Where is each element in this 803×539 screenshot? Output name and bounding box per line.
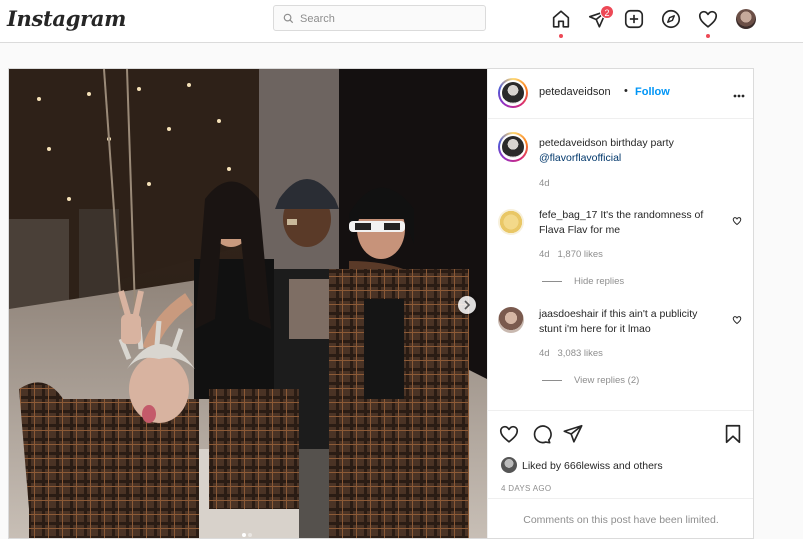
comment-meta: 4d 3,083 likes bbox=[539, 348, 603, 359]
post-header: petedaveidson • Follow bbox=[488, 69, 753, 119]
comment-body-line1: It's the randomness of bbox=[597, 209, 704, 221]
carousel-dot-active bbox=[242, 533, 246, 537]
toggle-replies-button[interactable]: Hide replies bbox=[542, 276, 624, 287]
liked-by-avatar[interactable] bbox=[501, 457, 517, 473]
replies-divider bbox=[542, 379, 562, 381]
comment-age[interactable]: 4d bbox=[539, 348, 550, 359]
caption-mention-link[interactable]: @flavorflavofficial bbox=[539, 152, 621, 164]
carousel-dot bbox=[248, 533, 252, 537]
chevron-right-icon bbox=[464, 300, 471, 310]
post-photo[interactable] bbox=[9, 69, 487, 538]
caption-body: birthday party bbox=[607, 137, 674, 149]
post-date[interactable]: 4 DAYS AGO bbox=[501, 484, 551, 493]
liked-by-text: Liked by 666lewiss and others bbox=[522, 460, 663, 472]
more-options-icon bbox=[733, 94, 745, 98]
explore-icon[interactable] bbox=[660, 8, 682, 30]
comment-text: jaasdoeshair if this ain't a publicity s… bbox=[539, 307, 719, 337]
share-icon[interactable] bbox=[562, 423, 584, 445]
instagram-logo[interactable]: Instagram bbox=[7, 6, 126, 31]
activity-notification-dot bbox=[706, 34, 710, 38]
liked-by-suffix[interactable]: and others bbox=[610, 460, 663, 472]
profile-avatar[interactable] bbox=[736, 9, 756, 29]
comment-text: fefe_bag_17 It's the randomness of Flava… bbox=[539, 208, 719, 238]
carousel-indicator bbox=[241, 524, 253, 538]
post-card: petedaveidson • Follow petedaveidson bir… bbox=[8, 68, 754, 539]
party-photo-illustration bbox=[9, 69, 487, 538]
liked-by-prefix: Liked by bbox=[522, 460, 565, 472]
header-separator: • bbox=[624, 85, 628, 97]
comment-username[interactable]: fefe_bag_17 bbox=[539, 209, 597, 221]
comments-section: petedaveidson birthday party @flavorflav… bbox=[488, 118, 753, 410]
comment-body-line2: stunt i'm here for it lmao bbox=[539, 323, 651, 335]
toggle-replies-label: Hide replies bbox=[574, 276, 625, 287]
comment-likes-count[interactable]: 3,083 likes bbox=[558, 348, 603, 359]
comment-avatar[interactable] bbox=[498, 307, 524, 333]
search-input[interactable] bbox=[298, 9, 482, 29]
home-notification-dot bbox=[559, 34, 563, 38]
comment-likes-count[interactable]: 1,870 likes bbox=[558, 249, 603, 260]
like-heart-icon[interactable] bbox=[498, 423, 520, 445]
direct-badge: 2 bbox=[600, 5, 614, 19]
comment-like-heart-icon[interactable] bbox=[732, 315, 742, 325]
liked-by-user-link[interactable]: 666lewiss bbox=[564, 460, 610, 472]
replies-divider bbox=[542, 280, 562, 282]
save-bookmark-icon[interactable] bbox=[722, 423, 744, 445]
carousel-next-button[interactable] bbox=[458, 296, 476, 314]
comment-meta: 4d 1,870 likes bbox=[539, 249, 603, 260]
more-options-button[interactable] bbox=[733, 85, 745, 101]
post-actions: Liked by 666lewiss and others 4 DAYS AGO… bbox=[488, 410, 753, 538]
comments-limited-notice: Comments on this post have been limited. bbox=[488, 498, 753, 538]
caption-text: petedaveidson birthday party @flavorflav… bbox=[539, 136, 739, 166]
comment-username[interactable]: jaasdoeshair bbox=[539, 308, 599, 320]
comment-age[interactable]: 4d bbox=[539, 249, 550, 260]
activity-heart-icon[interactable] bbox=[697, 8, 719, 30]
comment-body-line2: Flava Flav for me bbox=[539, 224, 621, 236]
search-box[interactable] bbox=[273, 5, 486, 31]
comment-body-line1: if this ain't a publicity bbox=[598, 308, 698, 320]
home-icon[interactable] bbox=[550, 8, 572, 30]
post-side-panel: petedaveidson • Follow petedaveidson bir… bbox=[487, 69, 753, 538]
author-avatar[interactable] bbox=[498, 78, 528, 108]
comment-avatar[interactable] bbox=[498, 209, 524, 235]
caption-username[interactable]: petedaveidson bbox=[539, 137, 607, 149]
search-icon bbox=[283, 13, 294, 24]
toggle-replies-label: View replies (2) bbox=[574, 375, 640, 386]
new-post-icon[interactable] bbox=[623, 8, 645, 30]
comment-like-heart-icon[interactable] bbox=[732, 216, 742, 226]
toggle-replies-button[interactable]: View replies (2) bbox=[542, 375, 639, 386]
author-username[interactable]: petedaveidson bbox=[539, 86, 611, 98]
caption-author-avatar[interactable] bbox=[498, 132, 528, 162]
comment-bubble-icon[interactable] bbox=[530, 423, 552, 445]
follow-button[interactable]: Follow bbox=[635, 86, 670, 98]
top-nav-bar: Instagram 2 bbox=[0, 0, 803, 43]
caption-age[interactable]: 4d bbox=[539, 178, 550, 189]
